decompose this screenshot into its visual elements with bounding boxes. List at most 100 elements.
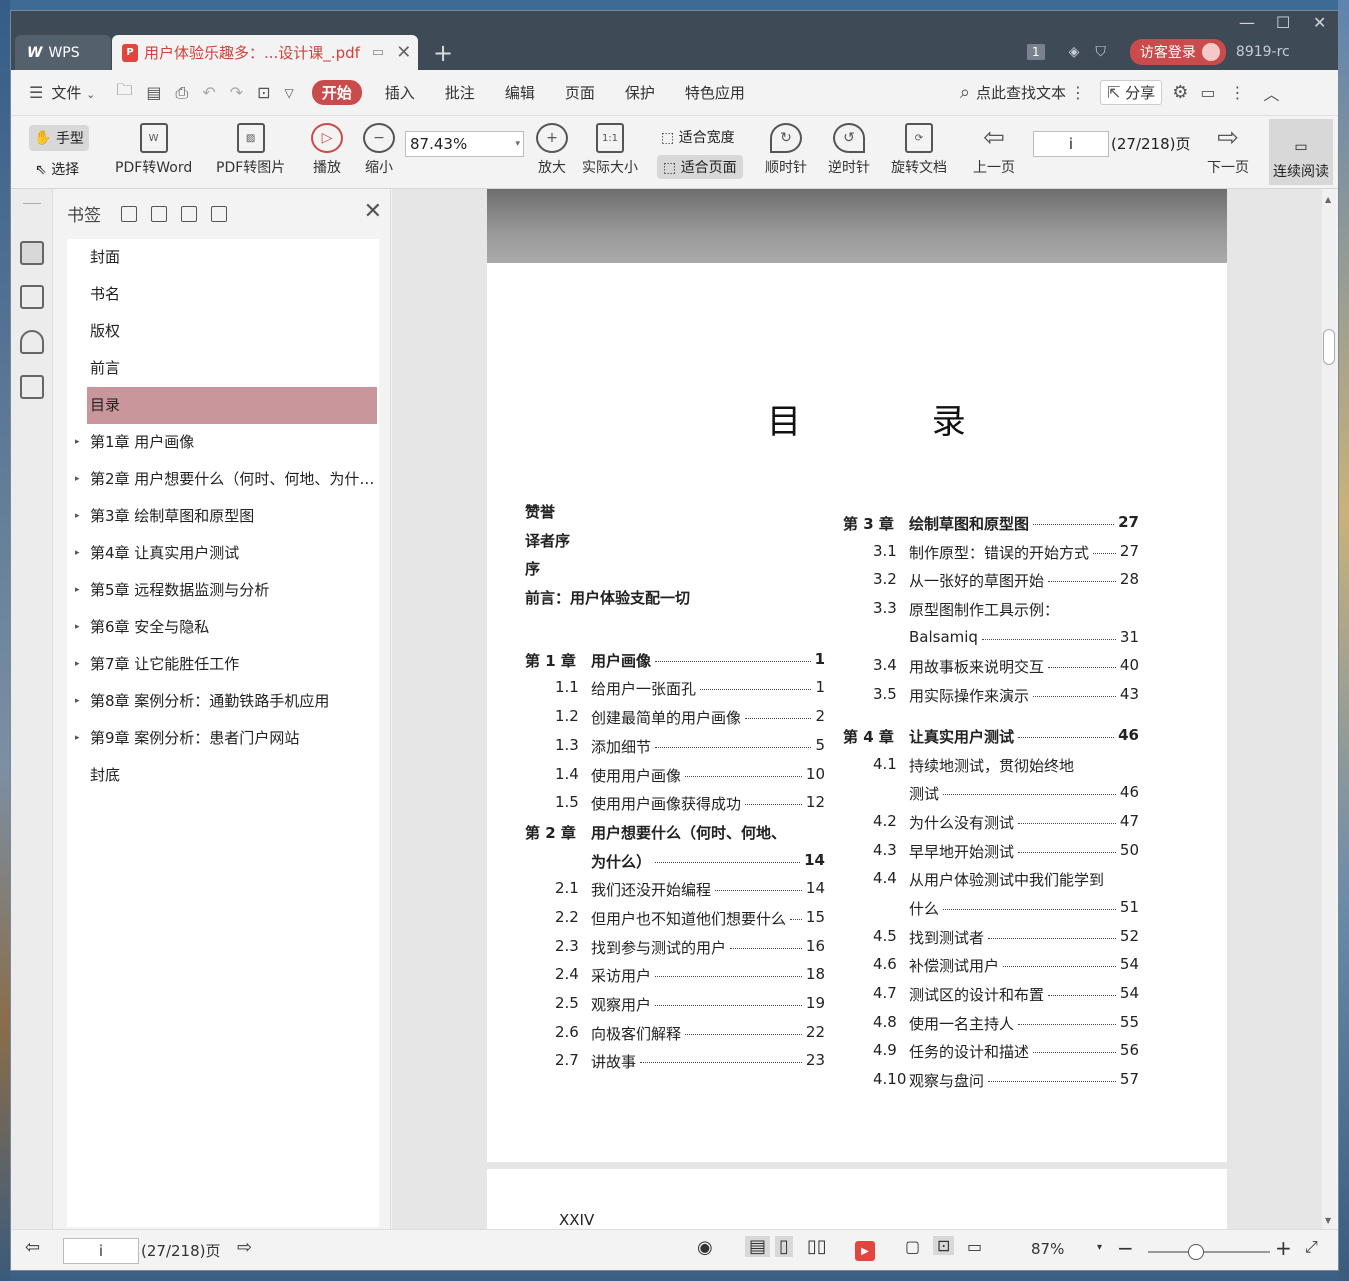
bookmark-item[interactable]: 封面 [67, 239, 379, 276]
expand-arrow-icon[interactable]: ▸ [75, 720, 80, 757]
minimize-icon[interactable]: — [1239, 13, 1255, 32]
undo-icon[interactable]: ↶ [202, 83, 215, 102]
open-folder-icon[interactable]: 🗀 [116, 79, 132, 106]
expand-arrow-icon[interactable]: ▸ [75, 424, 80, 461]
bookmark-item[interactable]: ▸ 第9章 案例分析：患者门户网站 [67, 720, 379, 757]
two-page-view-icon[interactable]: ▯▯ [807, 1236, 827, 1257]
zoom-out-button[interactable]: − 缩小 [363, 123, 395, 177]
comment-icon[interactable]: ▭ [1200, 83, 1215, 102]
status-fit-page-icon[interactable]: ⊡ [933, 1236, 955, 1255]
quick-access-dropdown-icon[interactable]: ▽ [285, 86, 294, 100]
status-next-page-icon[interactable]: ⇨ [237, 1237, 252, 1258]
guest-login-button[interactable]: 访客登录 [1129, 39, 1226, 65]
more-options-icon[interactable]: ⋮ [1229, 83, 1245, 102]
expand-arrow-icon[interactable]: ▸ [75, 461, 80, 498]
menu-tab-special[interactable]: 特色应用 [670, 82, 760, 103]
menu-tab-protect[interactable]: 保护 [610, 82, 670, 103]
expand-arrow-icon[interactable]: ▸ [75, 498, 80, 535]
bookmark-item[interactable]: 前言 [67, 350, 379, 387]
previous-page-button[interactable]: ⇦ 上一页 [973, 123, 1015, 177]
collapse-all-icon[interactable] [151, 205, 167, 222]
bookmark-item[interactable]: 封底 [67, 757, 379, 794]
status-actual-size-icon[interactable]: ▢ [905, 1237, 920, 1256]
attachment-icon[interactable] [20, 375, 44, 399]
document-view[interactable]: 目 录 赞誉 译者序序前言：用户体验支配一切第 1 章用户画像 1 1.1 给用户一张面… [392, 189, 1336, 1229]
menu-tab-insert[interactable]: 插入 [370, 82, 430, 103]
rotate-clockwise-button[interactable]: ↻ 顺时针 [765, 123, 807, 177]
pdf-to-word-button[interactable]: W PDF转Word [115, 123, 192, 177]
redo-icon[interactable]: ↷ [230, 83, 243, 102]
bookmark-list-icon[interactable] [20, 241, 44, 265]
zoom-slider[interactable] [1148, 1244, 1270, 1260]
document-tab[interactable]: P 用户体验乐趣多：...设计课_.pdf ▭ ✕ [112, 35, 418, 70]
bookmark-item[interactable]: 书名 [67, 276, 379, 313]
scrollbar-thumb[interactable] [1323, 329, 1335, 365]
select-tool-button[interactable]: ⇖ 选择 [35, 159, 79, 179]
bookmark-options-icon[interactable] [211, 205, 227, 222]
continuous-view-icon[interactable]: ▯ [775, 1236, 793, 1257]
bookmark-item[interactable]: ▸ 第6章 安全与隐私 [67, 609, 379, 646]
play-button[interactable]: ▷ 播放 [311, 123, 343, 177]
menu-tab-start[interactable]: 开始 [311, 80, 362, 105]
bookmark-item[interactable]: ▸ 第3章 绘制草图和原型图 [67, 498, 379, 535]
skin-icon[interactable]: ◈ [1069, 44, 1080, 60]
rotate-counterclockwise-button[interactable]: ↺ 逆时针 [828, 123, 870, 177]
rotate-document-button[interactable]: ⟳ 旋转文档 [891, 123, 947, 177]
status-zoom-dropdown-icon[interactable]: ▾ [1097, 1242, 1102, 1253]
fullscreen-icon[interactable]: ⤢ [1305, 1237, 1318, 1257]
expand-all-icon[interactable] [121, 205, 137, 222]
page-number-input[interactable]: i [1033, 131, 1109, 157]
menu-tab-annotate[interactable]: 批注 [430, 82, 490, 103]
status-zoom-out-icon[interactable]: − [1117, 1236, 1134, 1260]
close-tab-icon[interactable]: ✕ [396, 42, 411, 63]
new-tab-button[interactable]: + [433, 39, 453, 67]
wps-home-tab[interactable]: W WPS [15, 35, 111, 70]
thumbnail-icon[interactable] [20, 285, 44, 309]
bookmark-item[interactable]: ▸ 第7章 让它能胜任工作 [67, 646, 379, 683]
next-page-button[interactable]: ⇨ 下一页 [1207, 123, 1249, 177]
status-prev-page-icon[interactable]: ⇦ [25, 1237, 40, 1258]
menu-tab-page[interactable]: 页面 [550, 82, 610, 103]
annotation-icon[interactable] [20, 330, 44, 354]
status-zoom-value[interactable]: 87% [1031, 1240, 1064, 1258]
hamburger-menu-icon[interactable]: ☰ [29, 83, 43, 102]
search-icon[interactable]: ⌕ [960, 82, 970, 103]
continuous-reading-button[interactable]: ▭ 连续阅读 [1269, 119, 1333, 185]
more-vertical-icon[interactable]: ⋮ [1070, 83, 1086, 102]
bookmark-item[interactable]: ▸ 第1章 用户画像 [67, 424, 379, 461]
bookmark-item[interactable]: 版权 [67, 313, 379, 350]
bookmark-item[interactable]: ▸ 第5章 远程数据监测与分析 [67, 572, 379, 609]
status-fit-width-icon[interactable]: ▭ [967, 1237, 982, 1256]
status-play-icon[interactable]: ▶ [855, 1241, 875, 1261]
close-window-icon[interactable]: ✕ [1313, 13, 1326, 32]
settings-gear-icon[interactable]: ⚙ [1172, 82, 1188, 103]
bookmark-item[interactable]: ▸ 第8章 案例分析：通勤铁路手机应用 [67, 683, 379, 720]
bookmark-item[interactable]: ▸ 第2章 用户想要什么（何时、何地、为什… [67, 461, 379, 498]
expand-arrow-icon[interactable]: ▸ [75, 683, 80, 720]
close-panel-icon[interactable]: ✕ [364, 199, 382, 224]
add-bookmark-icon[interactable] [181, 205, 197, 222]
eye-protection-icon[interactable]: ◉ [697, 1237, 713, 1258]
bookmark-item[interactable]: 目录 [87, 387, 377, 424]
scroll-down-icon[interactable]: ▼ [1325, 1216, 1331, 1225]
expand-arrow-icon[interactable]: ▸ [75, 535, 80, 572]
status-page-input[interactable]: i [63, 1238, 139, 1264]
menu-tab-edit[interactable]: 编辑 [490, 82, 550, 103]
actual-size-button[interactable]: 1:1 实际大小 [582, 123, 638, 177]
pdf-to-image-button[interactable]: ▨ PDF转图片 [216, 123, 285, 177]
monitor-icon[interactable]: ▭ [372, 45, 384, 60]
zoom-in-button[interactable]: + 放大 [536, 123, 568, 177]
bookmark-item[interactable]: ▸ 第4章 让真实用户测试 [67, 535, 379, 572]
shirt-icon[interactable]: ⛉ [1095, 44, 1106, 60]
export-icon[interactable]: ⊡ [257, 83, 270, 102]
scroll-up-icon[interactable]: ▲ [1325, 195, 1331, 204]
vertical-scrollbar[interactable]: ▲ ▼ [1322, 189, 1336, 1229]
fit-width-button[interactable]: ⬚ 适合宽度 [661, 127, 735, 147]
hand-tool-button[interactable]: ✋ 手型 [29, 125, 89, 151]
window-count-badge[interactable]: 1 [1027, 44, 1045, 60]
save-icon[interactable]: ▤ [146, 83, 161, 102]
find-text-button[interactable]: 点此查找文本 [976, 82, 1066, 103]
expand-arrow-icon[interactable]: ▸ [75, 609, 80, 646]
single-page-view-icon[interactable]: ▤ [745, 1236, 771, 1257]
status-zoom-in-icon[interactable]: + [1275, 1236, 1292, 1260]
